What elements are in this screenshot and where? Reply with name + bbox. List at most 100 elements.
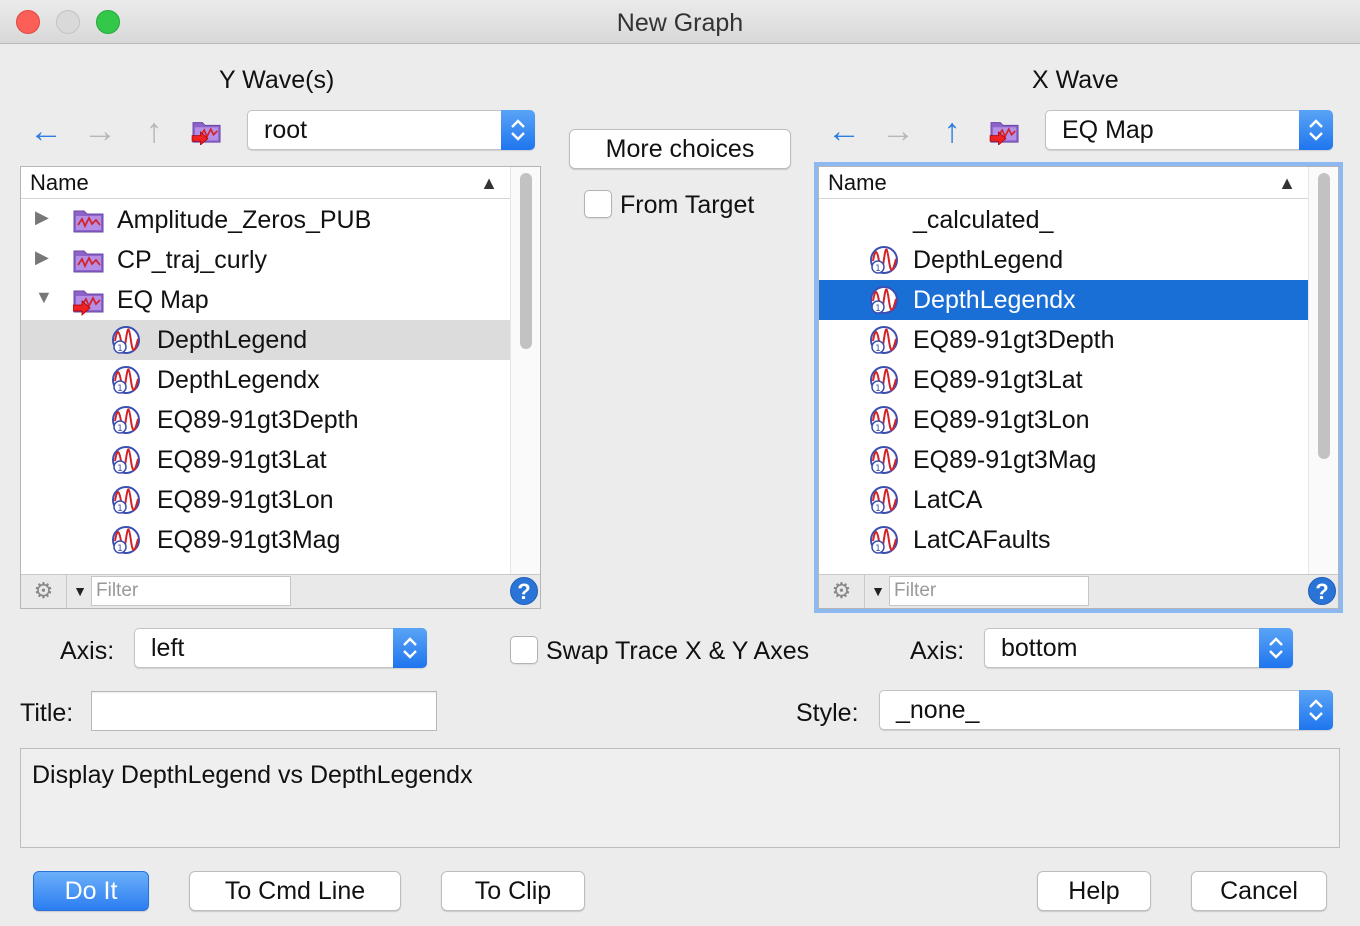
x-folder-popup-stepper-icon	[1299, 110, 1333, 150]
sort-ascending-icon: ▲	[1278, 173, 1296, 193]
y-folder-popup-value: root	[264, 116, 308, 144]
y-folder-popup[interactable]: root	[247, 110, 535, 150]
do-it-button[interactable]: Do It	[33, 871, 149, 911]
y-list-item-label: Amplitude_Zeros_PUB	[117, 206, 372, 234]
wave-icon	[870, 526, 898, 555]
y-folder-popup-stepper-icon	[501, 110, 535, 150]
x-wave-heading: X Wave	[1032, 66, 1119, 94]
x-column-name: Name	[828, 170, 887, 195]
y-axis-popup-stepper-icon	[393, 628, 427, 668]
gear-menu-chevron-down-icon[interactable]: ▼	[867, 575, 889, 608]
y-filter-input[interactable]: Filter	[91, 576, 291, 606]
y-list-item[interactable]: EQ89-91gt3Depth	[21, 400, 510, 440]
y-wave-list[interactable]: Name ▲ ▶ Amplitude_Zeros_PUB ▶ CP_traj_curl…	[20, 166, 541, 609]
x-back-arrow-icon[interactable]: ←	[826, 113, 862, 149]
y-axis-popup[interactable]: left	[134, 628, 427, 668]
wave-icon	[112, 326, 140, 355]
y-list-item-label: DepthLegendx	[157, 366, 320, 394]
y-forward-arrow-icon[interactable]: →	[82, 113, 118, 149]
y-data-folder-icon[interactable]	[191, 117, 223, 145]
x-wave-list[interactable]: Name ▲ _calculated_ DepthLegend DepthLegen…	[814, 162, 1343, 613]
y-list-item[interactable]: EQ89-91gt3Lon	[21, 480, 510, 520]
x-list-item[interactable]: EQ89-91gt3Lon	[819, 400, 1308, 440]
swap-axes-label: Swap Trace X & Y Axes	[546, 637, 810, 665]
sort-ascending-icon: ▲	[480, 173, 498, 193]
y-list-item[interactable]: EQ89-91gt3Lat	[21, 440, 510, 480]
x-list-header[interactable]: Name ▲	[819, 167, 1308, 199]
swap-axes-checkbox[interactable]	[510, 636, 538, 664]
x-list-item[interactable]: EQ89-91gt3Depth	[819, 320, 1308, 360]
data-folder-icon	[73, 250, 104, 273]
title-input[interactable]	[91, 691, 437, 731]
y-axis-label: Axis:	[60, 637, 115, 665]
gear-icon[interactable]: ⚙	[21, 575, 67, 608]
x-list-item[interactable]: DepthLegendx	[819, 280, 1308, 320]
x-list-item[interactable]: EQ89-91gt3Lat	[819, 360, 1308, 400]
wave-icon	[112, 486, 140, 515]
y-list-scrollbar[interactable]	[510, 167, 540, 574]
y-list-item[interactable]: ▼ EQ Map	[21, 280, 510, 320]
style-label: Style:	[796, 699, 859, 727]
x-list-item[interactable]: DepthLegend	[819, 240, 1308, 280]
wave-icon	[870, 326, 898, 355]
x-list-item[interactable]: _calculated_	[819, 200, 1308, 240]
y-list-item[interactable]: DepthLegendx	[21, 360, 510, 400]
more-choices-button[interactable]: More choices	[569, 129, 791, 169]
y-list-rows: ▶ Amplitude_Zeros_PUB ▶ CP_traj_curly ▼ EQ Ma…	[21, 200, 510, 574]
x-list-item-label: LatCA	[913, 486, 983, 514]
x-list-item[interactable]: EQ89-91gt3Mag	[819, 440, 1308, 480]
x-axis-popup-value: bottom	[1001, 634, 1078, 662]
disclosure-collapsed-icon[interactable]: ▶	[35, 247, 49, 268]
x-list-item[interactable]: LatCAFaults	[819, 520, 1308, 560]
y-up-arrow-icon[interactable]: ↑	[136, 113, 172, 149]
y-scroll-thumb[interactable]	[520, 173, 532, 349]
y-list-item[interactable]: ▶ CP_traj_curly	[21, 240, 510, 280]
y-list-item[interactable]: ▶ Amplitude_Zeros_PUB	[21, 200, 510, 240]
wave-icon	[112, 446, 140, 475]
x-axis-popup[interactable]: bottom	[984, 628, 1293, 668]
x-help-icon[interactable]: ?	[1308, 577, 1336, 605]
y-back-arrow-icon[interactable]: ←	[28, 113, 64, 149]
x-filter-input[interactable]: Filter	[889, 576, 1089, 606]
x-folder-popup[interactable]: EQ Map	[1045, 110, 1333, 150]
y-list-item-label: EQ89-91gt3Mag	[157, 526, 341, 554]
wave-icon	[870, 286, 898, 315]
y-help-icon[interactable]: ?	[510, 577, 538, 605]
x-forward-arrow-icon[interactable]: →	[880, 113, 916, 149]
y-list-item-label: CP_traj_curly	[117, 246, 268, 274]
y-waves-heading: Y Wave(s)	[219, 66, 335, 94]
wave-icon	[870, 246, 898, 275]
x-list-item-label: DepthLegend	[913, 246, 1064, 274]
data-folder-icon	[73, 210, 104, 233]
from-target-checkbox[interactable]	[584, 190, 612, 218]
x-scroll-thumb[interactable]	[1318, 173, 1330, 459]
title-label: Title:	[20, 699, 74, 727]
y-list-item-label: EQ Map	[117, 286, 209, 314]
cancel-button[interactable]: Cancel	[1191, 871, 1327, 911]
x-up-arrow-icon[interactable]: ↑	[934, 113, 970, 149]
style-popup[interactable]: _none_	[879, 690, 1333, 730]
x-list-scrollbar[interactable]	[1308, 167, 1338, 574]
x-data-folder-icon[interactable]	[989, 117, 1021, 145]
y-column-name: Name	[30, 170, 89, 195]
to-cmd-line-button[interactable]: To Cmd Line	[189, 871, 401, 911]
to-clip-button[interactable]: To Clip	[441, 871, 585, 911]
y-list-item-label: EQ89-91gt3Lat	[157, 446, 327, 474]
help-button[interactable]: Help	[1037, 871, 1151, 911]
disclosure-expanded-icon[interactable]: ▼	[35, 287, 53, 308]
x-list-item-label: EQ89-91gt3Lat	[913, 366, 1083, 394]
y-list-item-label: EQ89-91gt3Lon	[157, 486, 334, 514]
y-list-item[interactable]: EQ89-91gt3Mag	[21, 520, 510, 560]
disclosure-collapsed-icon[interactable]: ▶	[35, 207, 49, 228]
y-list-item[interactable]: DepthLegend	[21, 320, 510, 360]
wave-icon	[112, 366, 140, 395]
x-list-item-label: EQ89-91gt3Lon	[913, 406, 1090, 434]
wave-icon	[870, 366, 898, 395]
gear-menu-chevron-down-icon[interactable]: ▼	[69, 575, 91, 608]
gear-icon[interactable]: ⚙	[819, 575, 865, 608]
y-list-header[interactable]: Name ▲	[21, 167, 510, 199]
x-list-item-label: EQ89-91gt3Depth	[913, 326, 1115, 354]
from-target-label: From Target	[620, 191, 755, 219]
wave-icon	[870, 406, 898, 435]
x-list-item[interactable]: LatCA	[819, 480, 1308, 520]
